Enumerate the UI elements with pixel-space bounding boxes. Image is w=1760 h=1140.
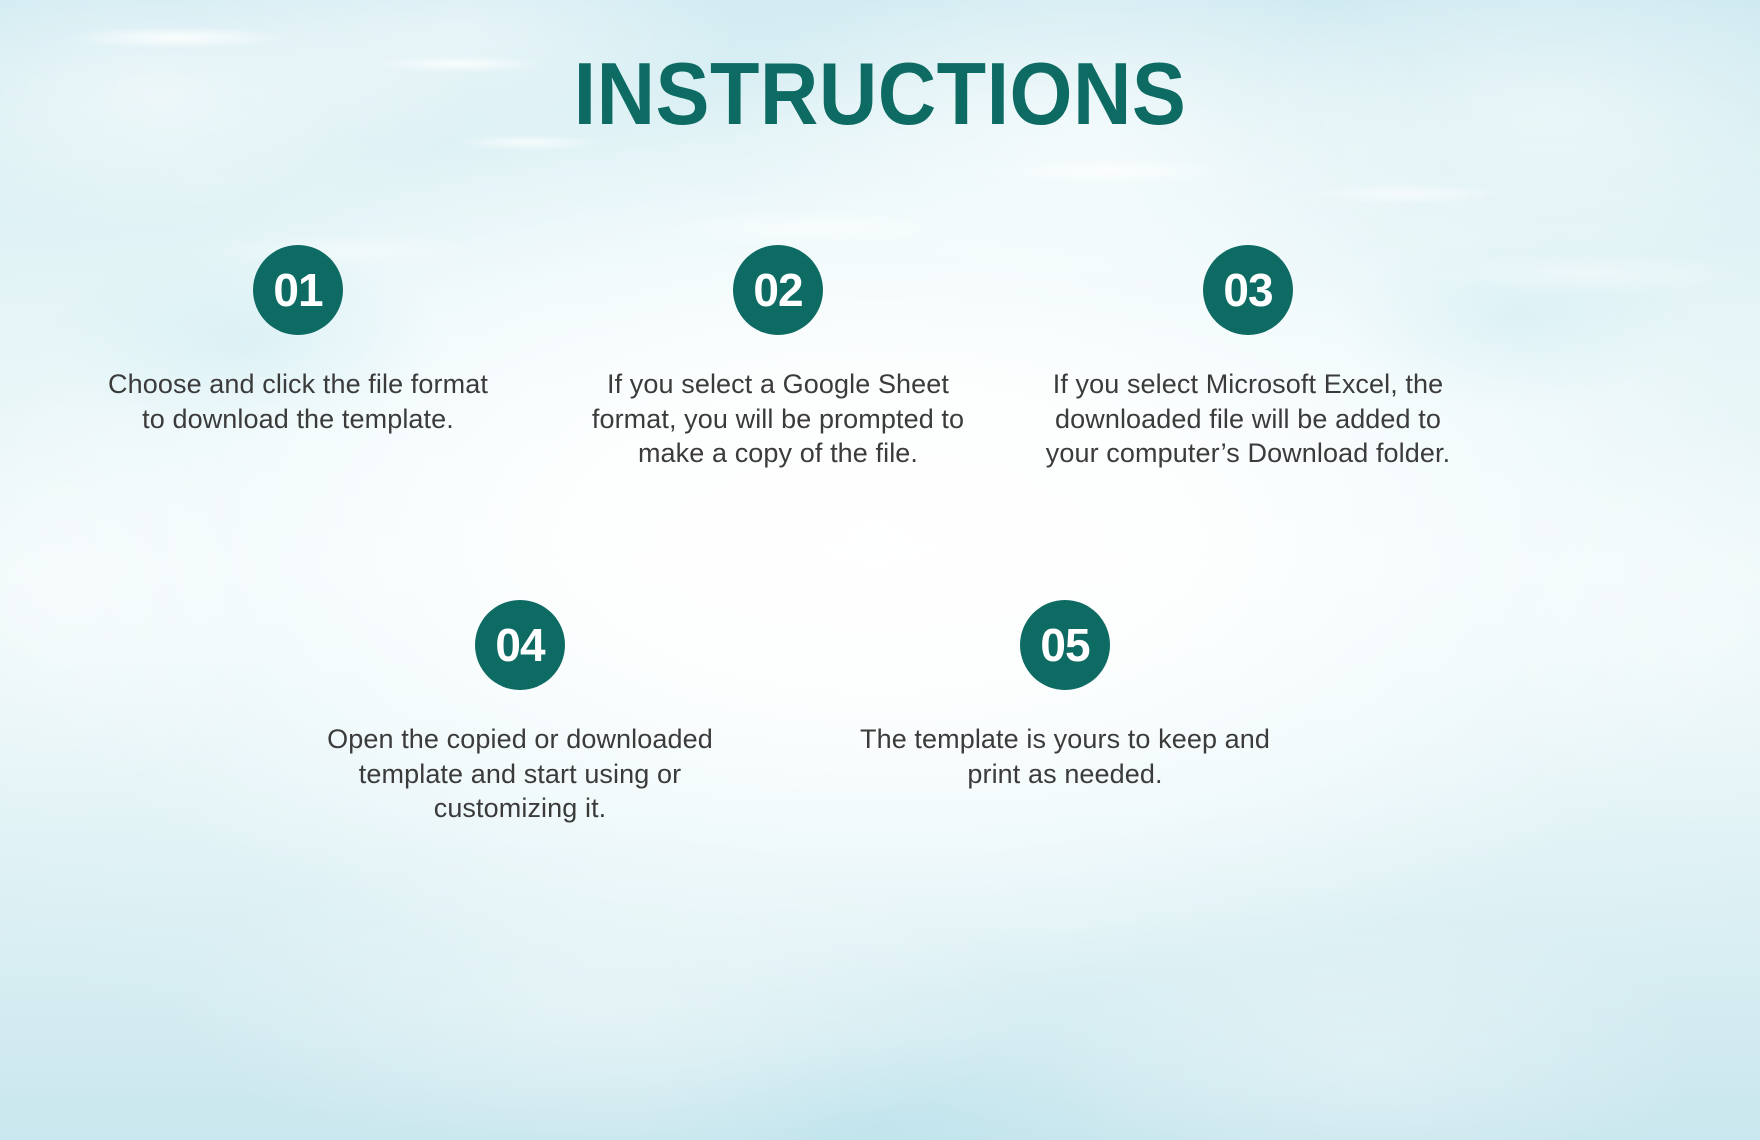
step-badge-03: 03	[1203, 245, 1293, 335]
step-item-01: 01 Choose and click the file format to d…	[108, 245, 488, 436]
step-item-02: 02 If you select a Google Sheet format, …	[578, 245, 978, 471]
step-description-02: If you select a Google Sheet format, you…	[591, 369, 965, 469]
step-number-02: 02	[753, 264, 803, 316]
step-badge-01: 01	[253, 245, 343, 335]
step-badge-02: 02	[733, 245, 823, 335]
step-badge-04: 04	[475, 600, 565, 690]
step-description-05: The template is yours to keep and print …	[859, 724, 1271, 789]
step-description-03: If you select Microsoft Excel, the downl…	[1045, 369, 1451, 469]
page-title: INSTRUCTIONS	[573, 44, 1187, 143]
step-item-04: 04 Open the copied or downloaded templat…	[300, 600, 740, 826]
step-item-03: 03 If you select Microsoft Excel, the do…	[1028, 245, 1468, 471]
step-number-05: 05	[1040, 619, 1090, 671]
step-number-04: 04	[495, 619, 545, 671]
step-number-01: 01	[273, 264, 323, 316]
step-badge-05: 05	[1020, 600, 1110, 690]
step-item-05: 05 The template is yours to keep and pri…	[855, 600, 1275, 791]
step-description-01: Choose and click the file format to down…	[108, 369, 488, 434]
instructions-page: INSTRUCTIONS 01 Choose and click the fil…	[0, 0, 1760, 1140]
step-description-04: Open the copied or downloaded template a…	[327, 724, 713, 824]
step-number-03: 03	[1223, 264, 1273, 316]
